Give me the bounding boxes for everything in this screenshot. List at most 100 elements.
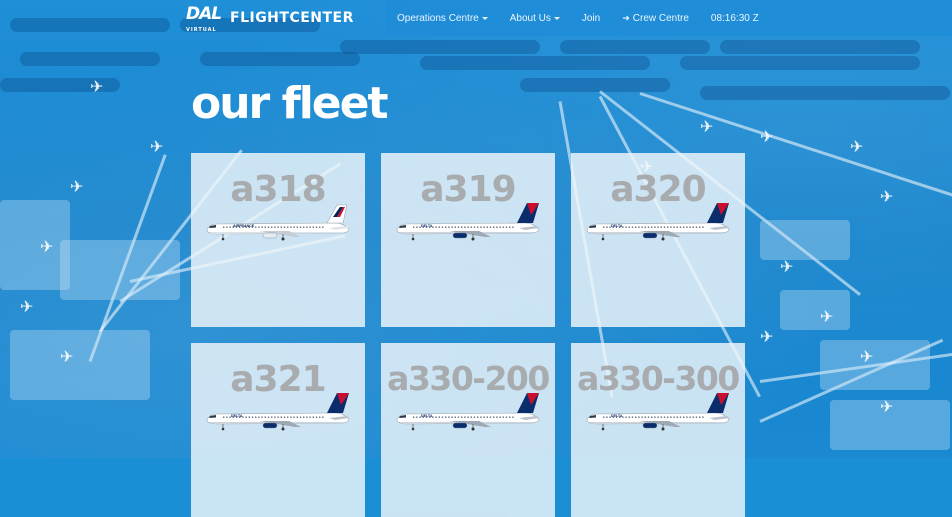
window bbox=[489, 226, 492, 228]
fleet-card-a318[interactable]: a318 AIRFRANCE bbox=[191, 153, 365, 327]
parked-plane-icon: ✈ bbox=[70, 179, 84, 196]
wheel bbox=[221, 427, 225, 431]
window bbox=[635, 226, 637, 228]
window bbox=[312, 416, 314, 418]
window bbox=[483, 226, 485, 228]
window bbox=[315, 416, 318, 418]
window bbox=[280, 416, 282, 418]
window bbox=[606, 416, 608, 418]
window bbox=[663, 226, 666, 228]
taxiway-strip bbox=[200, 52, 360, 66]
window bbox=[473, 416, 476, 418]
window bbox=[631, 226, 634, 228]
utc-clock: 08:16:30 Z bbox=[710, 12, 759, 24]
window bbox=[654, 226, 656, 228]
engine bbox=[642, 422, 658, 429]
wheel bbox=[471, 237, 475, 241]
window bbox=[673, 226, 675, 228]
livery-text: DELTA bbox=[231, 414, 243, 418]
window bbox=[477, 226, 479, 228]
caret-down-icon bbox=[553, 16, 560, 20]
window bbox=[673, 416, 675, 418]
window bbox=[223, 226, 225, 228]
window bbox=[667, 226, 669, 228]
window bbox=[290, 226, 292, 228]
window bbox=[413, 416, 415, 418]
aircraft-image: DELTA bbox=[396, 203, 540, 241]
window bbox=[416, 416, 418, 418]
window bbox=[647, 226, 650, 228]
fleet-card-a330-300[interactable]: a330-300 DELTA bbox=[571, 343, 745, 517]
nav-crew-centre[interactable]: ➜ Crew Centre bbox=[622, 13, 689, 24]
parked-plane-icon: ✈ bbox=[860, 349, 874, 366]
window bbox=[625, 416, 627, 418]
brand-logo-link[interactable]: DAL VIRTUAL FLIGHTCENTER bbox=[186, 6, 354, 34]
window bbox=[603, 416, 605, 418]
engine bbox=[642, 232, 658, 239]
window bbox=[470, 226, 472, 228]
wheel bbox=[281, 237, 285, 241]
fleet-grid: a318 AIRFRANCE a319 DELTA a320 DELTA a32… bbox=[191, 153, 745, 517]
window bbox=[483, 416, 485, 418]
window bbox=[676, 226, 678, 228]
window bbox=[435, 416, 437, 418]
window bbox=[303, 226, 305, 228]
window bbox=[505, 226, 508, 228]
window bbox=[306, 416, 308, 418]
window bbox=[689, 226, 691, 228]
parked-plane-icon: ✈ bbox=[20, 299, 34, 316]
window bbox=[625, 226, 627, 228]
parked-plane-icon: ✈ bbox=[880, 399, 894, 416]
window bbox=[255, 416, 257, 418]
nav-operations-centre[interactable]: Operations Centre bbox=[397, 13, 488, 24]
taxiway-strip bbox=[20, 52, 160, 66]
window bbox=[651, 416, 653, 418]
window bbox=[692, 226, 694, 228]
window bbox=[461, 416, 463, 418]
terminal-block bbox=[820, 340, 930, 390]
window bbox=[695, 226, 698, 228]
fleet-card-a319[interactable]: a319 DELTA bbox=[381, 153, 555, 327]
window bbox=[293, 416, 295, 418]
nav-about-us[interactable]: About Us bbox=[510, 13, 560, 24]
wheel bbox=[601, 237, 605, 241]
fleet-card-a320[interactable]: a320 DELTA bbox=[571, 153, 745, 327]
window bbox=[299, 416, 302, 418]
fleet-card-a321[interactable]: a321 DELTA bbox=[191, 343, 365, 517]
window bbox=[303, 416, 305, 418]
window bbox=[296, 226, 298, 228]
window bbox=[435, 226, 437, 228]
fleet-card-a330-200[interactable]: a330-200 DELTA bbox=[381, 343, 555, 517]
window bbox=[283, 226, 286, 228]
window bbox=[628, 416, 630, 418]
aircraft-image: DELTA bbox=[206, 393, 350, 431]
nav-links: Operations Centre About Us Join ➜ Crew Ce… bbox=[397, 0, 781, 36]
window bbox=[489, 416, 492, 418]
window bbox=[493, 226, 495, 228]
window bbox=[438, 416, 440, 418]
window bbox=[480, 416, 482, 418]
window bbox=[667, 416, 669, 418]
window bbox=[651, 226, 653, 228]
window bbox=[245, 416, 247, 418]
window bbox=[264, 226, 266, 228]
parked-plane-icon: ✈ bbox=[880, 189, 894, 206]
window bbox=[309, 226, 311, 228]
window bbox=[657, 226, 659, 228]
livery-text: DELTA bbox=[611, 414, 623, 418]
engine bbox=[452, 232, 468, 239]
window bbox=[663, 416, 666, 418]
window bbox=[451, 416, 453, 418]
nav-join[interactable]: Join bbox=[582, 13, 600, 24]
window bbox=[512, 226, 514, 228]
window bbox=[641, 226, 643, 228]
terminal-block bbox=[10, 330, 150, 400]
window bbox=[464, 226, 466, 228]
window bbox=[299, 226, 302, 228]
window bbox=[248, 416, 250, 418]
window bbox=[322, 416, 324, 418]
engine bbox=[262, 232, 278, 239]
window bbox=[635, 416, 637, 418]
window bbox=[283, 416, 286, 418]
window bbox=[502, 416, 504, 418]
